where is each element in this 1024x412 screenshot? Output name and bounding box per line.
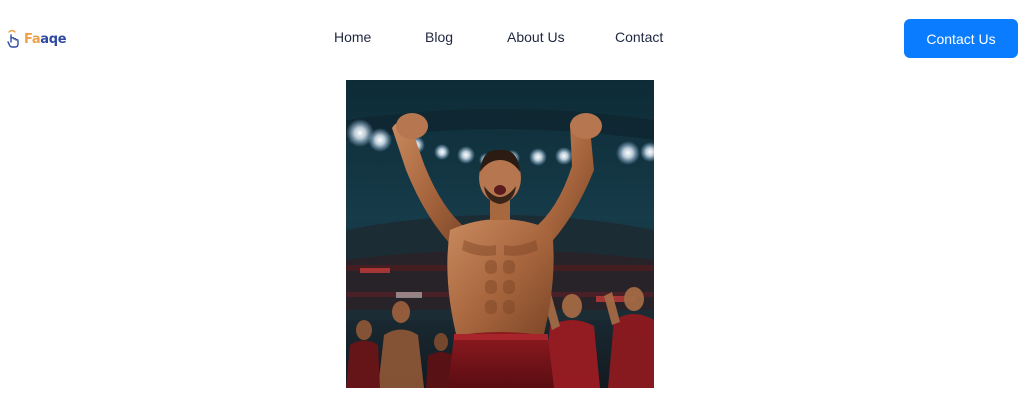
hero-image: [346, 80, 654, 388]
stadium-celebration-photo: [346, 80, 654, 388]
main-nav: Home Blog About Us Contact: [0, 29, 1024, 49]
nav-blog-link[interactable]: Blog: [425, 29, 453, 45]
site-header: Faaqe Home Blog About Us Contact Contact…: [0, 0, 1024, 78]
nav-contact-link[interactable]: Contact: [615, 29, 663, 45]
nav-about-us-link[interactable]: About Us: [507, 29, 565, 45]
nav-home-link[interactable]: Home: [334, 29, 371, 45]
contact-us-button[interactable]: Contact Us: [904, 19, 1018, 58]
